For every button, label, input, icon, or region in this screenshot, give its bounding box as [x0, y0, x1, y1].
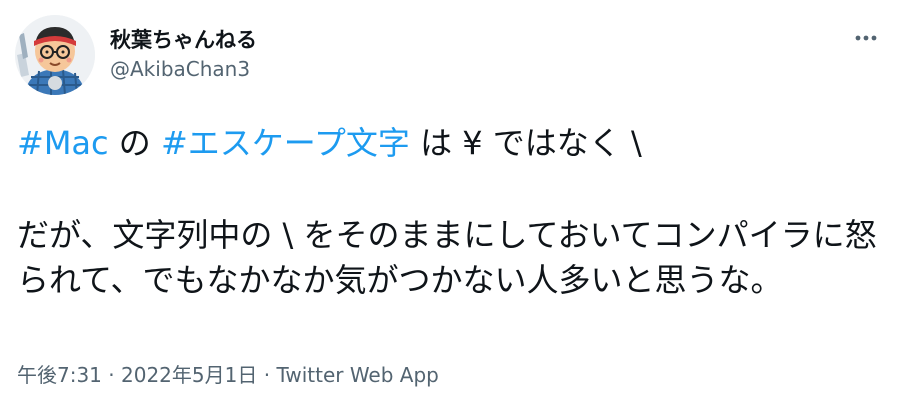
avatar[interactable]: [15, 15, 95, 95]
meta-separator: ·: [257, 363, 277, 387]
tweet-line-1: #Mac の #エスケープ文字 は ¥ ではなく \: [17, 121, 883, 166]
tweet-time[interactable]: 午後7:31: [17, 363, 102, 387]
meta-separator: ·: [101, 363, 121, 387]
tweet-text-fragment: は ¥ ではなく \: [409, 124, 642, 162]
tweet-card: 秋葉ちゃんねる @AkibaChan3 #Mac の #エスケープ文字 は ¥ …: [0, 0, 900, 408]
tweet-text-fragment: の: [108, 124, 161, 162]
tweet-date[interactable]: 2022年5月1日: [121, 363, 257, 387]
tweet-paragraph-2: だが、文字列中の \ をそのままにしておいてコンパイラに怒られて、でもなかなか気…: [17, 216, 877, 299]
tweet-metadata: 午後7:31 · 2022年5月1日 · Twitter Web App: [17, 359, 439, 388]
hashtag-escape-char-link[interactable]: #エスケープ文字: [161, 124, 410, 162]
avatar-illustration: [15, 15, 95, 95]
tweet-source[interactable]: Twitter Web App: [276, 363, 438, 387]
tweet-text: #Mac の #エスケープ文字 は ¥ ではなく \ だが、文字列中の \ をそ…: [17, 121, 883, 303]
author-display-name[interactable]: 秋葉ちゃんねる: [110, 24, 257, 54]
more-options-icon[interactable]: [848, 28, 884, 48]
hashtag-mac-link[interactable]: #Mac: [17, 124, 109, 162]
author-handle[interactable]: @AkibaChan3: [110, 57, 250, 81]
